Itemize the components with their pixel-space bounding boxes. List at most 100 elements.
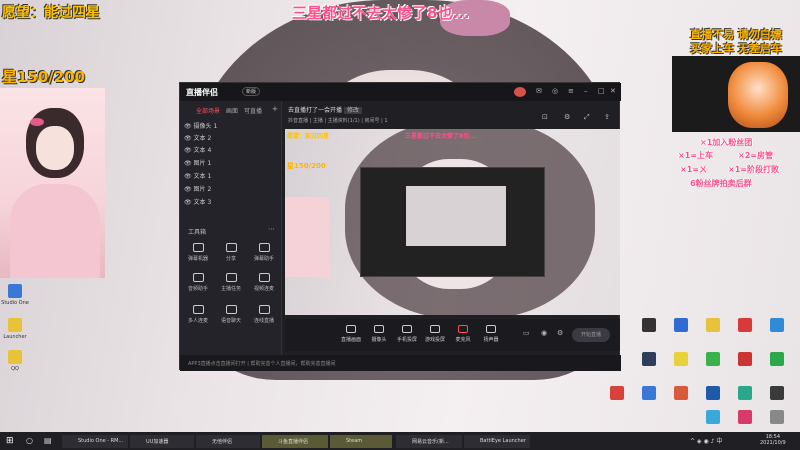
tab-live[interactable]: 可直播	[244, 106, 262, 115]
game-icon	[430, 325, 440, 333]
lock-icon[interactable]: ⊡	[542, 113, 548, 121]
source-item[interactable]: 👁 摄像头 1	[184, 121, 217, 130]
button-phone-cast[interactable]: 手机投屏	[393, 325, 421, 343]
screen-icon	[346, 325, 356, 333]
source-label: 摄像头 1	[193, 123, 218, 130]
share-icon[interactable]: ⇪	[604, 113, 610, 121]
desktop-icon-wps[interactable]	[706, 318, 720, 332]
desktop-icon-battlenet[interactable]	[706, 386, 720, 400]
source-item[interactable]: 👁 文本 3	[184, 197, 211, 206]
app-brand: 直播伴侣	[186, 88, 218, 97]
avatar[interactable]	[514, 87, 526, 97]
desktop-icon-studio-one[interactable]	[8, 284, 22, 298]
taskbar-item[interactable]: Steam	[330, 435, 392, 448]
mic-icon	[458, 325, 468, 333]
gift-icon[interactable]: ◎	[552, 87, 558, 95]
button-speaker[interactable]: 扬声器	[477, 325, 505, 343]
source-label: 文本 3	[193, 199, 212, 206]
go-live-button[interactable]: 开始直播	[572, 328, 610, 342]
taskbar-item[interactable]: 斗鱼直播伴侣	[262, 435, 328, 448]
desktop-icon-game[interactable]	[674, 386, 688, 400]
edit-title-button[interactable]: 修改	[343, 107, 362, 114]
tool-task[interactable]: 主播任务	[215, 273, 247, 292]
button-camera[interactable]: 摄像头	[365, 325, 393, 343]
button-live-screen[interactable]: 直播画面	[337, 325, 365, 343]
taskbar-item[interactable]: 网易云音乐(新...	[396, 435, 462, 448]
desktop-icon-steam[interactable]	[642, 352, 656, 366]
version-badge[interactable]: 新版	[242, 87, 261, 96]
toolbox-title: 工具箱	[188, 229, 207, 236]
desktop-icon-xbox[interactable]	[770, 352, 784, 366]
desktop-icon-douyin[interactable]	[674, 318, 688, 332]
desktop-icon-qq[interactable]	[8, 350, 22, 364]
desktop-icon-launcher[interactable]	[8, 318, 22, 332]
tab-all-scenes[interactable]: 全部场景	[196, 106, 220, 115]
tool-voice-chat[interactable]: 语音聊天	[215, 305, 247, 324]
desktop-icon-extra[interactable]	[770, 410, 784, 424]
record-icon[interactable]: ▭	[523, 329, 530, 337]
preview-nested-window	[360, 167, 545, 277]
desktop-icon-wechat[interactable]	[706, 352, 720, 366]
tool-link-live[interactable]: 连线直播	[248, 305, 280, 324]
tool-audio[interactable]: 音频助手	[182, 273, 214, 292]
task-view-icon[interactable]: ▤	[44, 436, 52, 445]
eye-icon[interactable]: ◉	[541, 329, 547, 337]
source-item[interactable]: 👁 文本 4	[184, 145, 211, 154]
desktop-icon-extra[interactable]	[770, 386, 784, 400]
taskbar-item[interactable]: Studio One - RM...	[62, 435, 128, 448]
button-game-cast[interactable]: 游戏投屏	[421, 325, 449, 343]
desktop-icon-netease[interactable]	[738, 318, 752, 332]
settings-icon[interactable]: ⚙	[557, 329, 563, 337]
desktop-icon-extra[interactable]	[738, 410, 752, 424]
source-item[interactable]: 👁 图片 1	[184, 158, 211, 167]
add-icon[interactable]: +	[272, 105, 278, 113]
people-icon	[192, 305, 204, 314]
desktop-icon-wegame[interactable]	[610, 386, 624, 400]
source-item[interactable]: 👁 文本 1	[184, 171, 211, 180]
desktop-icon-uplay[interactable]	[642, 386, 656, 400]
button-microphone[interactable]: 麦克风	[449, 325, 477, 343]
tool-share[interactable]: 分享	[215, 243, 247, 262]
taskbar-item[interactable]: UU加速器	[130, 435, 194, 448]
source-item[interactable]: 👁 图片 2	[184, 184, 211, 193]
settings-icon[interactable]: ⚙	[564, 113, 570, 121]
source-item[interactable]: 👁 文本 2	[184, 133, 211, 142]
desktop-icon-studio-one[interactable]	[642, 318, 656, 332]
desktop-icon-iqiyi[interactable]	[738, 352, 752, 366]
overlay-notice: 直播不易 请勿白嫖 买家上车 无差启车	[672, 28, 800, 56]
shield-icon	[192, 243, 204, 252]
tray-icons[interactable]: ^ ◈ ◉ ♪ 中	[690, 436, 722, 445]
desktop-label: QQ	[11, 366, 19, 372]
desktop-icon-qq-music[interactable]	[674, 352, 688, 366]
tool-danmu-assistant[interactable]: 弹幕助手	[248, 243, 280, 262]
preview-top-text: 三星都过不去太惨了8也...	[405, 133, 477, 140]
message-icon[interactable]: ✉	[536, 87, 542, 95]
close-icon[interactable]: ✕	[610, 87, 616, 95]
maximize-icon[interactable]: □	[598, 87, 605, 95]
tool-video-link[interactable]: 视频连麦	[248, 273, 280, 292]
taskbar-item[interactable]: BattlEye Launcher	[464, 435, 530, 448]
tool-multi-link[interactable]: 多人连麦	[182, 305, 214, 324]
fullscreen-icon[interactable]: ⤢	[584, 113, 590, 122]
webcam-feed	[0, 88, 105, 278]
desktop-icon-extra[interactable]	[706, 410, 720, 424]
desktop-icon-edge[interactable]	[770, 318, 784, 332]
tool-danmu[interactable]: 弹幕机器	[182, 243, 214, 262]
overlay-rule-line: ×2=房管	[738, 151, 773, 160]
live-companion-window: 直播伴侣 新版 ✉ ◎ ≡ – □ ✕ 全部场景 画面 可直播 + 👁 摄像头 …	[179, 82, 621, 371]
tab-screen[interactable]: 画面	[226, 106, 238, 115]
minimize-icon[interactable]: –	[584, 87, 588, 95]
search-icon[interactable]: ○	[26, 436, 33, 445]
windows-start-icon[interactable]: ⊞	[6, 436, 14, 446]
more-icon[interactable]: ⋯	[268, 225, 275, 233]
taskbar-item[interactable]: 无他伴侣	[196, 435, 260, 448]
overlay-rule-line: 6粉丝牌拍卖后群	[690, 179, 752, 188]
video-icon	[258, 273, 270, 282]
overlay-rule-line: ×1=阶段打败	[728, 165, 779, 174]
source-label: 文本 4	[193, 147, 212, 154]
clock[interactable]: 18:54 2021/10/9	[760, 434, 786, 446]
menu-icon[interactable]: ≡	[568, 87, 574, 95]
desktop-icon-epic[interactable]	[738, 386, 752, 400]
audio-icon	[192, 273, 204, 282]
overlay-rule-line: ×1=ㄨ	[680, 165, 707, 174]
